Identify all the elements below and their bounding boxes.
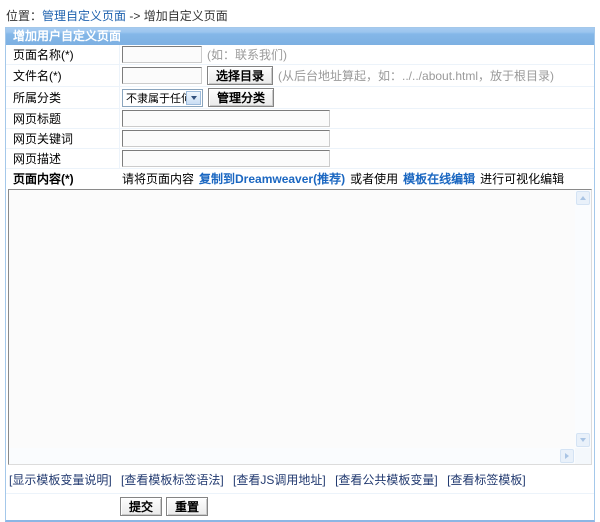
content-hint-text-2: 或者使用 xyxy=(350,170,398,187)
scrollbar-corner xyxy=(575,448,591,464)
scroll-up-icon[interactable] xyxy=(576,191,590,205)
copy-to-dreamweaver-link[interactable]: 复制到Dreamweaver(推荐) xyxy=(199,170,345,187)
row-keywords: 网页关键词 xyxy=(6,129,594,149)
row-page-content-hint: 页面内容(*) 请将页面内容复制到Dreamweaver(推荐) 或者使用模板在线… xyxy=(6,169,594,188)
row-description: 网页描述 xyxy=(6,149,594,169)
template-online-edit-link[interactable]: 模板在线编辑 xyxy=(403,170,475,187)
reset-button[interactable]: 重置 xyxy=(166,497,208,516)
actions-row: 提交 重置 xyxy=(6,494,594,520)
file-name-input[interactable] xyxy=(122,67,202,84)
page-name-label: 页面名称(*) xyxy=(6,45,120,64)
page-title-input[interactable] xyxy=(122,110,330,127)
manage-category-button[interactable]: 管理分类 xyxy=(208,88,274,107)
breadcrumb: 位置：管理自定义页面 -> 增加自定义页面 xyxy=(0,0,600,27)
scroll-right-icon[interactable] xyxy=(560,449,574,463)
page-content-area xyxy=(6,188,594,467)
panel-title: 增加用户自定义页面 xyxy=(6,28,594,45)
category-label: 所属分类 xyxy=(6,87,120,108)
row-page-name: 页面名称(*) (如：联系我们) xyxy=(6,45,594,65)
keywords-input[interactable] xyxy=(122,130,330,147)
content-hint-text-1: 请将页面内容 xyxy=(122,170,194,187)
category-select[interactable]: 不隶属于任何类别 xyxy=(122,89,203,107)
horizontal-scrollbar[interactable] xyxy=(9,448,575,464)
page-content-label: 页面内容(*) xyxy=(6,169,120,188)
row-category: 所属分类 不隶属于任何类别 管理分类 xyxy=(6,87,594,109)
row-file-name: 文件名(*) 选择目录 (从后台地址算起，如：../../about.html，… xyxy=(6,65,594,87)
view-js-call-url-link[interactable]: [查看JS调用地址] xyxy=(233,473,326,487)
breadcrumb-link-manage-custom-pages[interactable]: 管理自定义页面 xyxy=(42,9,126,23)
show-template-vars-link[interactable]: [显示模板变量说明] xyxy=(9,473,112,487)
description-input[interactable] xyxy=(122,150,330,167)
file-name-hint: (从后台地址算起，如：../../about.html，放于根目录) xyxy=(278,67,554,84)
vertical-scrollbar[interactable] xyxy=(575,190,591,448)
helper-links-row: [显示模板变量说明] [查看模板标签语法] [查看JS调用地址] [查看公共模板… xyxy=(6,467,594,494)
category-selected-value: 不隶属于任何类别 xyxy=(126,90,186,106)
page-name-input[interactable] xyxy=(122,46,202,63)
page-content-textarea[interactable] xyxy=(9,190,575,448)
description-label: 网页描述 xyxy=(6,149,120,168)
breadcrumb-arrow: -> xyxy=(129,9,140,23)
row-page-title: 网页标题 xyxy=(6,109,594,129)
view-template-tag-syntax-link[interactable]: [查看模板标签语法] xyxy=(121,473,224,487)
breadcrumb-prefix: 位置： xyxy=(6,9,42,23)
view-public-template-vars-link[interactable]: [查看公共模板变量] xyxy=(335,473,438,487)
page-name-hint: (如：联系我们) xyxy=(207,46,287,63)
view-tag-templates-link[interactable]: [查看标签模板] xyxy=(447,473,526,487)
page-title-label: 网页标题 xyxy=(6,109,120,128)
keywords-label: 网页关键词 xyxy=(6,129,120,148)
file-name-label: 文件名(*) xyxy=(6,65,120,86)
submit-button[interactable]: 提交 xyxy=(120,497,162,516)
breadcrumb-current: 增加自定义页面 xyxy=(144,9,228,23)
choose-directory-button[interactable]: 选择目录 xyxy=(207,66,273,85)
content-hint-text-3: 进行可视化编辑 xyxy=(480,170,564,187)
scroll-down-icon[interactable] xyxy=(576,433,590,447)
add-custom-page-panel: 增加用户自定义页面 页面名称(*) (如：联系我们) 文件名(*) 选择目录 (… xyxy=(5,27,595,522)
chevron-down-icon[interactable] xyxy=(186,91,201,105)
